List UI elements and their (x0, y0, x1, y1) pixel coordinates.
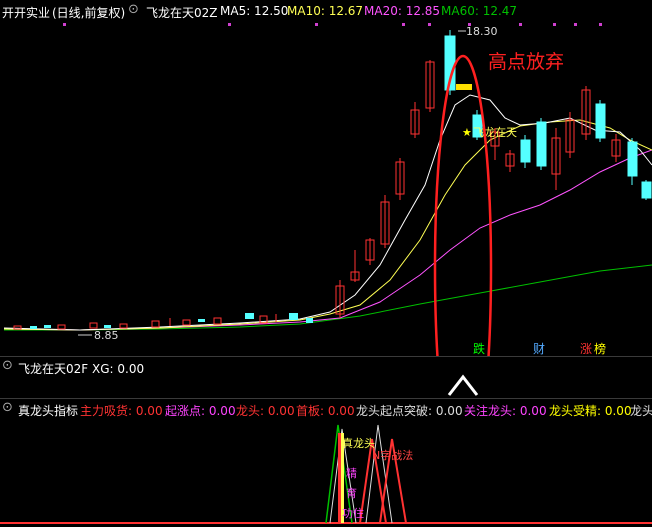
red-bar (338, 433, 341, 523)
high-price-label: 18.30 (466, 25, 498, 38)
label-c: 功住 (342, 507, 364, 520)
badge-die[interactable]: 跌 (473, 341, 485, 356)
low-price-label: 8.85 (94, 329, 119, 342)
signal-peak (447, 374, 479, 396)
yellow-block (456, 84, 472, 90)
badge-cai[interactable]: 财 (533, 342, 545, 356)
badge-bang[interactable]: 榜 (594, 341, 606, 356)
ma10-line (3, 119, 652, 331)
panel-3[interactable]: ⊙ 真龙头指标 主力吸货: 0.00 起涨点: 0.00 龙头: 0.00 首板… (0, 399, 652, 527)
panel-2[interactable]: ⊙ 飞龙在天02F XG: 0.00 (0, 357, 652, 397)
candles (13, 30, 652, 330)
ma60-line (4, 264, 652, 331)
annotation-ellipse (433, 54, 493, 356)
panel3-chart (0, 424, 652, 524)
ma20-line (3, 149, 652, 331)
ma5-line (3, 94, 652, 331)
label-zhenlongtou: 真龙头 (342, 437, 375, 450)
panel2-chart (447, 374, 479, 396)
annotation-text: 高点放弃 (488, 51, 564, 73)
label-a: 精 (346, 467, 357, 480)
main-price-chart[interactable]: 18.30 8.85 ★ 飞龙在天 高点放弃 跌 财 涨 榜 (0, 0, 652, 356)
star-icon: ★ (462, 126, 472, 139)
label-b: 育 (346, 487, 357, 500)
label-nzi: N字战法 (372, 449, 414, 462)
marker-dots (63, 23, 602, 26)
badge-zhang[interactable]: 涨 (580, 341, 592, 356)
signal-label: 飞龙在天 (473, 126, 517, 139)
